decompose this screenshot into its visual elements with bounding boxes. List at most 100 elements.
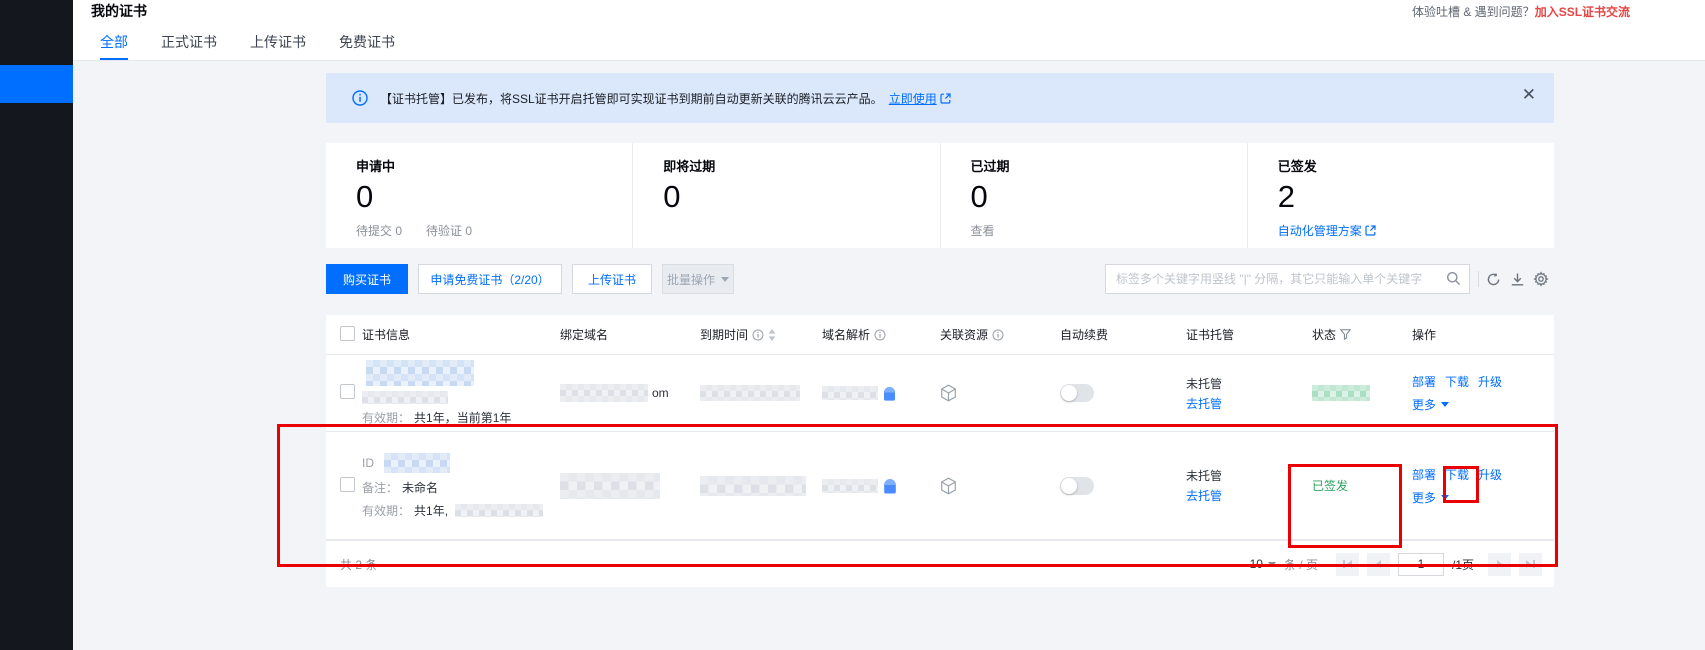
stat-sub-pending-verify[interactable]: 待验证 0 xyxy=(426,222,472,239)
col-status: 状态 xyxy=(1312,326,1336,343)
tab-free[interactable]: 免费证书 xyxy=(339,28,395,60)
hosting-info-banner: 【证书托管】已发布，将SSL证书开启托管即可实现证书到期前自动更新关联的腾讯云云… xyxy=(326,73,1554,123)
stat-sub-pending-submit[interactable]: 待提交 0 xyxy=(356,222,402,239)
table-toolbar: 购买证书 申请免费证书（2/20） 上传证书 批量操作 xyxy=(326,264,1554,294)
sort-icon[interactable] xyxy=(768,329,776,341)
page-size-select[interactable]: 10 xyxy=(1250,557,1276,571)
validity-label: 有效期： xyxy=(362,409,410,426)
select-all-checkbox[interactable] xyxy=(340,326,355,341)
note-value: 未命名 xyxy=(402,479,438,496)
pagination-page-input[interactable] xyxy=(1398,553,1444,576)
banner-message: 【证书托管】已发布，将SSL证书开启托管即可实现证书到期前自动更新关联的腾讯云云… xyxy=(380,90,883,107)
join-ssl-group-link[interactable]: 加入SSL证书交流 xyxy=(1535,5,1630,19)
info-icon xyxy=(352,90,368,106)
stat-label: 已签发 xyxy=(1278,156,1554,175)
col-auto-renew: 自动续费 xyxy=(1060,326,1108,343)
row-checkbox[interactable] xyxy=(340,477,355,492)
gear-icon[interactable] xyxy=(1532,270,1550,288)
stat-expired-view-link[interactable]: 查看 xyxy=(971,222,995,239)
stat-label: 即将过期 xyxy=(663,156,939,175)
download-link[interactable]: 下载 xyxy=(1445,466,1469,483)
feedback-text: 体验吐槽 & 遇到问题？ xyxy=(1412,5,1535,19)
tab-formal[interactable]: 正式证书 xyxy=(161,28,217,60)
chevron-down-icon xyxy=(1441,495,1449,500)
stat-expired: 已过期 0 查看 xyxy=(940,143,1247,248)
deploy-link[interactable]: 部署 xyxy=(1412,466,1436,483)
page-header: 我的证书 体验吐槽 & 遇到问题？加入SSL证书交流 全部 正式证书 上传证书 … xyxy=(73,0,1705,61)
table-row: 有效期：共1年，当前第1年 om 未托管 去托管 部署 xyxy=(326,355,1554,432)
stat-value: 0 xyxy=(663,179,939,215)
pagination-next-button[interactable] xyxy=(1488,553,1511,576)
redacted-expire-time xyxy=(700,476,806,496)
chevron-down-icon xyxy=(1441,402,1449,407)
upgrade-link[interactable]: 升级 xyxy=(1478,466,1502,483)
col-hosting: 证书托管 xyxy=(1186,326,1234,343)
external-link-icon xyxy=(1365,225,1376,236)
info-icon[interactable] xyxy=(874,329,886,341)
auto-renew-toggle[interactable] xyxy=(1060,384,1094,402)
sidebar-active-item[interactable] xyxy=(0,65,73,103)
upgrade-link[interactable]: 升级 xyxy=(1478,373,1502,390)
app-sidebar xyxy=(0,0,73,650)
banner-close-icon[interactable]: ✕ xyxy=(1522,86,1536,103)
resource-box-icon[interactable] xyxy=(940,477,957,495)
table-footer: 共 2 条 10 条 / 页 /1页 xyxy=(326,540,1554,587)
pagination-last-button[interactable] xyxy=(1519,553,1542,576)
hosting-action-link[interactable]: 去托管 xyxy=(1186,487,1312,504)
batch-action-button[interactable]: 批量操作 xyxy=(662,264,734,294)
toolbar-divider xyxy=(1478,271,1479,287)
redacted-dns-status xyxy=(822,386,878,400)
main-content: 【证书托管】已发布，将SSL证书开启托管即可实现证书到期前自动更新关联的腾讯云云… xyxy=(73,62,1705,650)
dns-cloud-icon xyxy=(882,477,898,495)
info-icon[interactable] xyxy=(992,329,1004,341)
validity-value: 共1年, xyxy=(414,502,448,519)
automation-plan-link[interactable]: 自动化管理方案 xyxy=(1278,222,1376,239)
resource-box-icon[interactable] xyxy=(940,384,957,402)
chevron-down-icon xyxy=(1268,562,1276,567)
cert-tabs: 全部 正式证书 上传证书 免费证书 xyxy=(100,28,395,60)
upload-cert-button[interactable]: 上传证书 xyxy=(572,264,652,294)
more-link[interactable]: 更多 xyxy=(1412,396,1436,413)
refresh-icon[interactable] xyxy=(1484,270,1502,288)
page-size-value: 10 xyxy=(1250,557,1263,571)
ssl-console-page: { "app": { "title": "我的证书" }, "topbar": … xyxy=(0,0,1705,650)
col-expire-time: 到期时间 xyxy=(700,326,748,343)
redacted-validity xyxy=(455,504,543,517)
redacted-cert-name xyxy=(366,360,474,386)
redacted-cert-id xyxy=(362,391,448,404)
redacted-status-badge xyxy=(1312,385,1370,401)
tab-uploaded[interactable]: 上传证书 xyxy=(250,28,306,60)
validity-value: 共1年，当前第1年 xyxy=(414,409,511,426)
tab-all[interactable]: 全部 xyxy=(100,28,128,60)
filter-icon[interactable] xyxy=(1340,329,1351,340)
buy-cert-button[interactable]: 购买证书 xyxy=(326,264,408,294)
stat-label: 已过期 xyxy=(971,156,1247,175)
pagination-prev-button[interactable] xyxy=(1367,553,1390,576)
apply-free-cert-button[interactable]: 申请免费证书（2/20） xyxy=(418,264,562,294)
per-page-label: 条 / 页 xyxy=(1284,556,1318,573)
pagination-first-button[interactable] xyxy=(1336,553,1359,576)
id-label: ID xyxy=(362,456,374,470)
feedback-bar: 体验吐槽 & 遇到问题？加入SSL证书交流 xyxy=(1412,3,1705,20)
col-actions: 操作 xyxy=(1412,326,1436,343)
redacted-expire-time xyxy=(700,385,800,401)
auto-renew-toggle[interactable] xyxy=(1060,477,1094,495)
deploy-link[interactable]: 部署 xyxy=(1412,373,1436,390)
info-icon[interactable] xyxy=(752,329,764,341)
search-icon[interactable] xyxy=(1446,271,1461,286)
download-icon[interactable] xyxy=(1508,270,1526,288)
stat-expiring: 即将过期 0 xyxy=(632,143,939,248)
total-count: 共 2 条 xyxy=(340,556,377,573)
use-now-link[interactable]: 立即使用 xyxy=(889,90,937,107)
redacted-cert-id xyxy=(384,453,450,473)
stat-label: 申请中 xyxy=(356,156,632,175)
redacted-domain xyxy=(560,473,660,499)
row-checkbox[interactable] xyxy=(340,384,355,399)
external-link-icon xyxy=(940,93,951,104)
redacted-domain xyxy=(560,384,648,402)
more-link[interactable]: 更多 xyxy=(1412,489,1436,506)
search-input[interactable] xyxy=(1105,264,1470,294)
download-link[interactable]: 下载 xyxy=(1445,373,1469,390)
stat-value: 0 xyxy=(356,179,632,215)
hosting-action-link[interactable]: 去托管 xyxy=(1186,395,1312,412)
